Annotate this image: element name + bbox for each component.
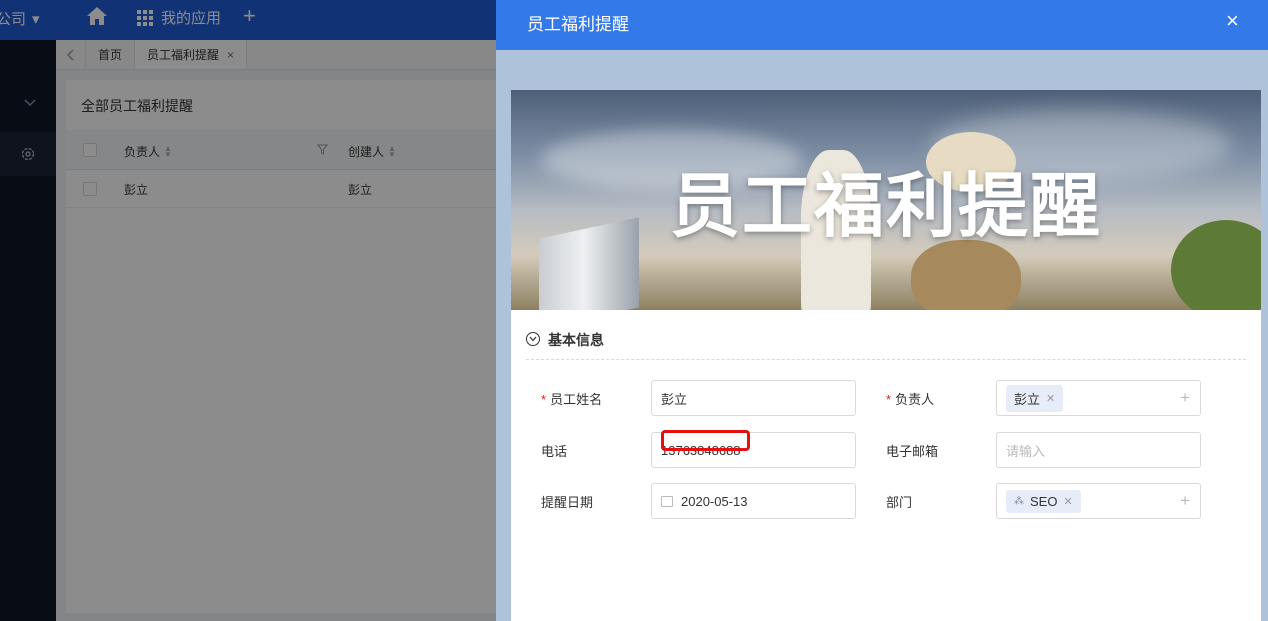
employee-name-input[interactable]: 彭立 — [651, 380, 856, 416]
modal-overlay[interactable] — [0, 0, 496, 621]
owner-select[interactable]: 彭立 ✕ + — [996, 380, 1201, 416]
detail-drawer: 员工福利提醒 × 员工福利提醒 基本信息 * 员工姓名 彭立 * 负责人 彭立 … — [496, 0, 1268, 621]
reminder-date-picker[interactable]: 2020-05-13 — [651, 483, 856, 519]
employee-name-label: * 员工姓名 — [541, 389, 602, 408]
drawer-title: 员工福利提醒 — [527, 15, 629, 34]
add-icon[interactable]: + — [1180, 491, 1190, 511]
section-title: 基本信息 — [548, 332, 604, 348]
department-tag: ⁂ SEO ✕ — [1006, 489, 1081, 513]
email-input[interactable]: 请输入 — [996, 432, 1201, 468]
label-text: 负责人 — [895, 392, 935, 407]
form-card: 员工福利提醒 基本信息 * 员工姓名 彭立 * 负责人 彭立 ✕ + 电话 1376… — [511, 90, 1261, 621]
required-mark: * — [541, 392, 547, 407]
tag-text: 彭立 — [1014, 391, 1041, 407]
department-label: 部门 — [886, 495, 913, 510]
add-icon[interactable]: + — [1180, 388, 1190, 408]
close-icon[interactable]: × — [1226, 8, 1239, 34]
owner-label: * 负责人 — [886, 389, 934, 408]
banner-title: 员工福利提醒 — [670, 167, 1102, 245]
drawer-header: 员工福利提醒 × — [496, 0, 1268, 50]
reminder-date-label: 提醒日期 — [541, 495, 594, 510]
label-text: 员工姓名 — [550, 392, 603, 407]
banner-image: 员工福利提醒 — [511, 90, 1261, 310]
email-label: 电子邮箱 — [886, 444, 939, 459]
remove-tag-icon[interactable]: ✕ — [1063, 495, 1072, 508]
department-select[interactable]: ⁂ SEO ✕ + — [996, 483, 1201, 519]
phone-label: 电话 — [541, 444, 568, 459]
remove-tag-icon[interactable]: ✕ — [1046, 392, 1055, 405]
required-mark: * — [886, 392, 892, 407]
org-chart-icon: ⁂ — [1014, 495, 1024, 507]
tag-text: SEO — [1030, 493, 1058, 509]
collapse-icon[interactable] — [526, 332, 540, 346]
highlight-box — [661, 430, 750, 451]
date-value: 2020-05-13 — [681, 493, 748, 509]
calendar-icon — [661, 495, 673, 507]
owner-tag: 彭立 ✕ — [1006, 384, 1064, 412]
section-basic-info[interactable]: 基本信息 — [526, 330, 1246, 360]
